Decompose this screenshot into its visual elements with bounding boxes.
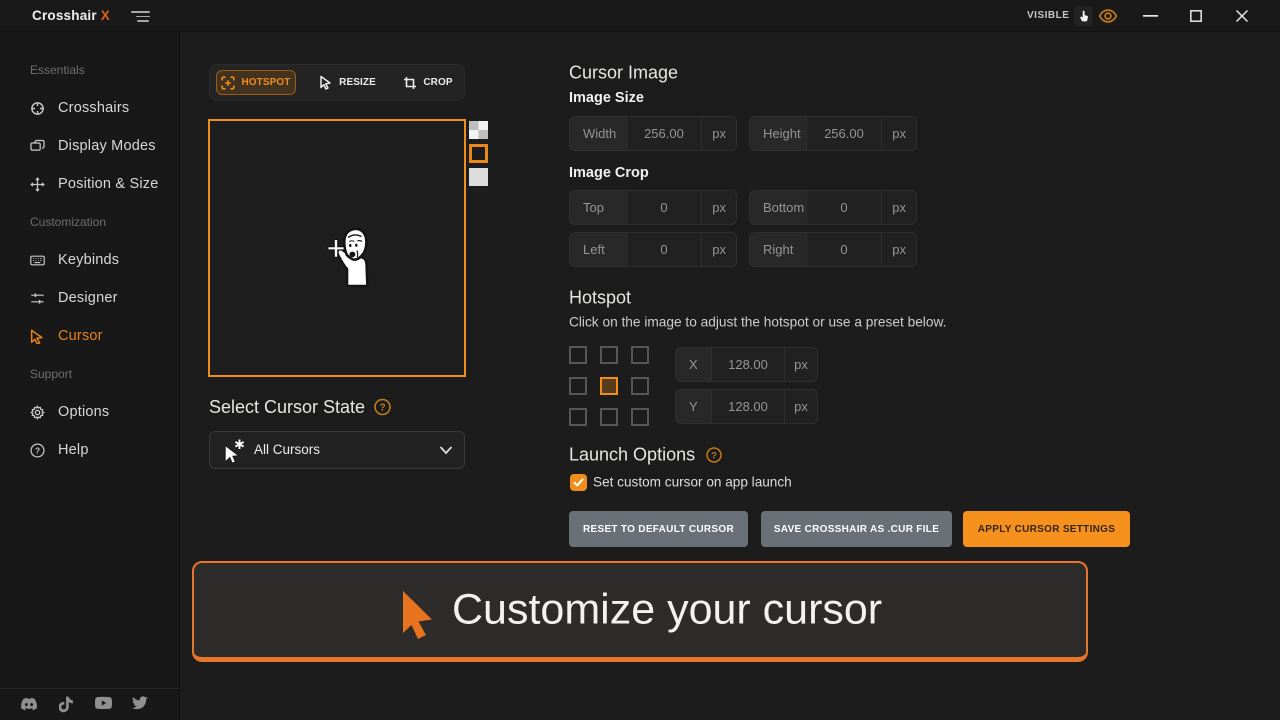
svg-text:?: ? <box>711 451 717 462</box>
svg-text:?: ? <box>35 445 40 455</box>
svg-text:?: ? <box>379 403 385 414</box>
